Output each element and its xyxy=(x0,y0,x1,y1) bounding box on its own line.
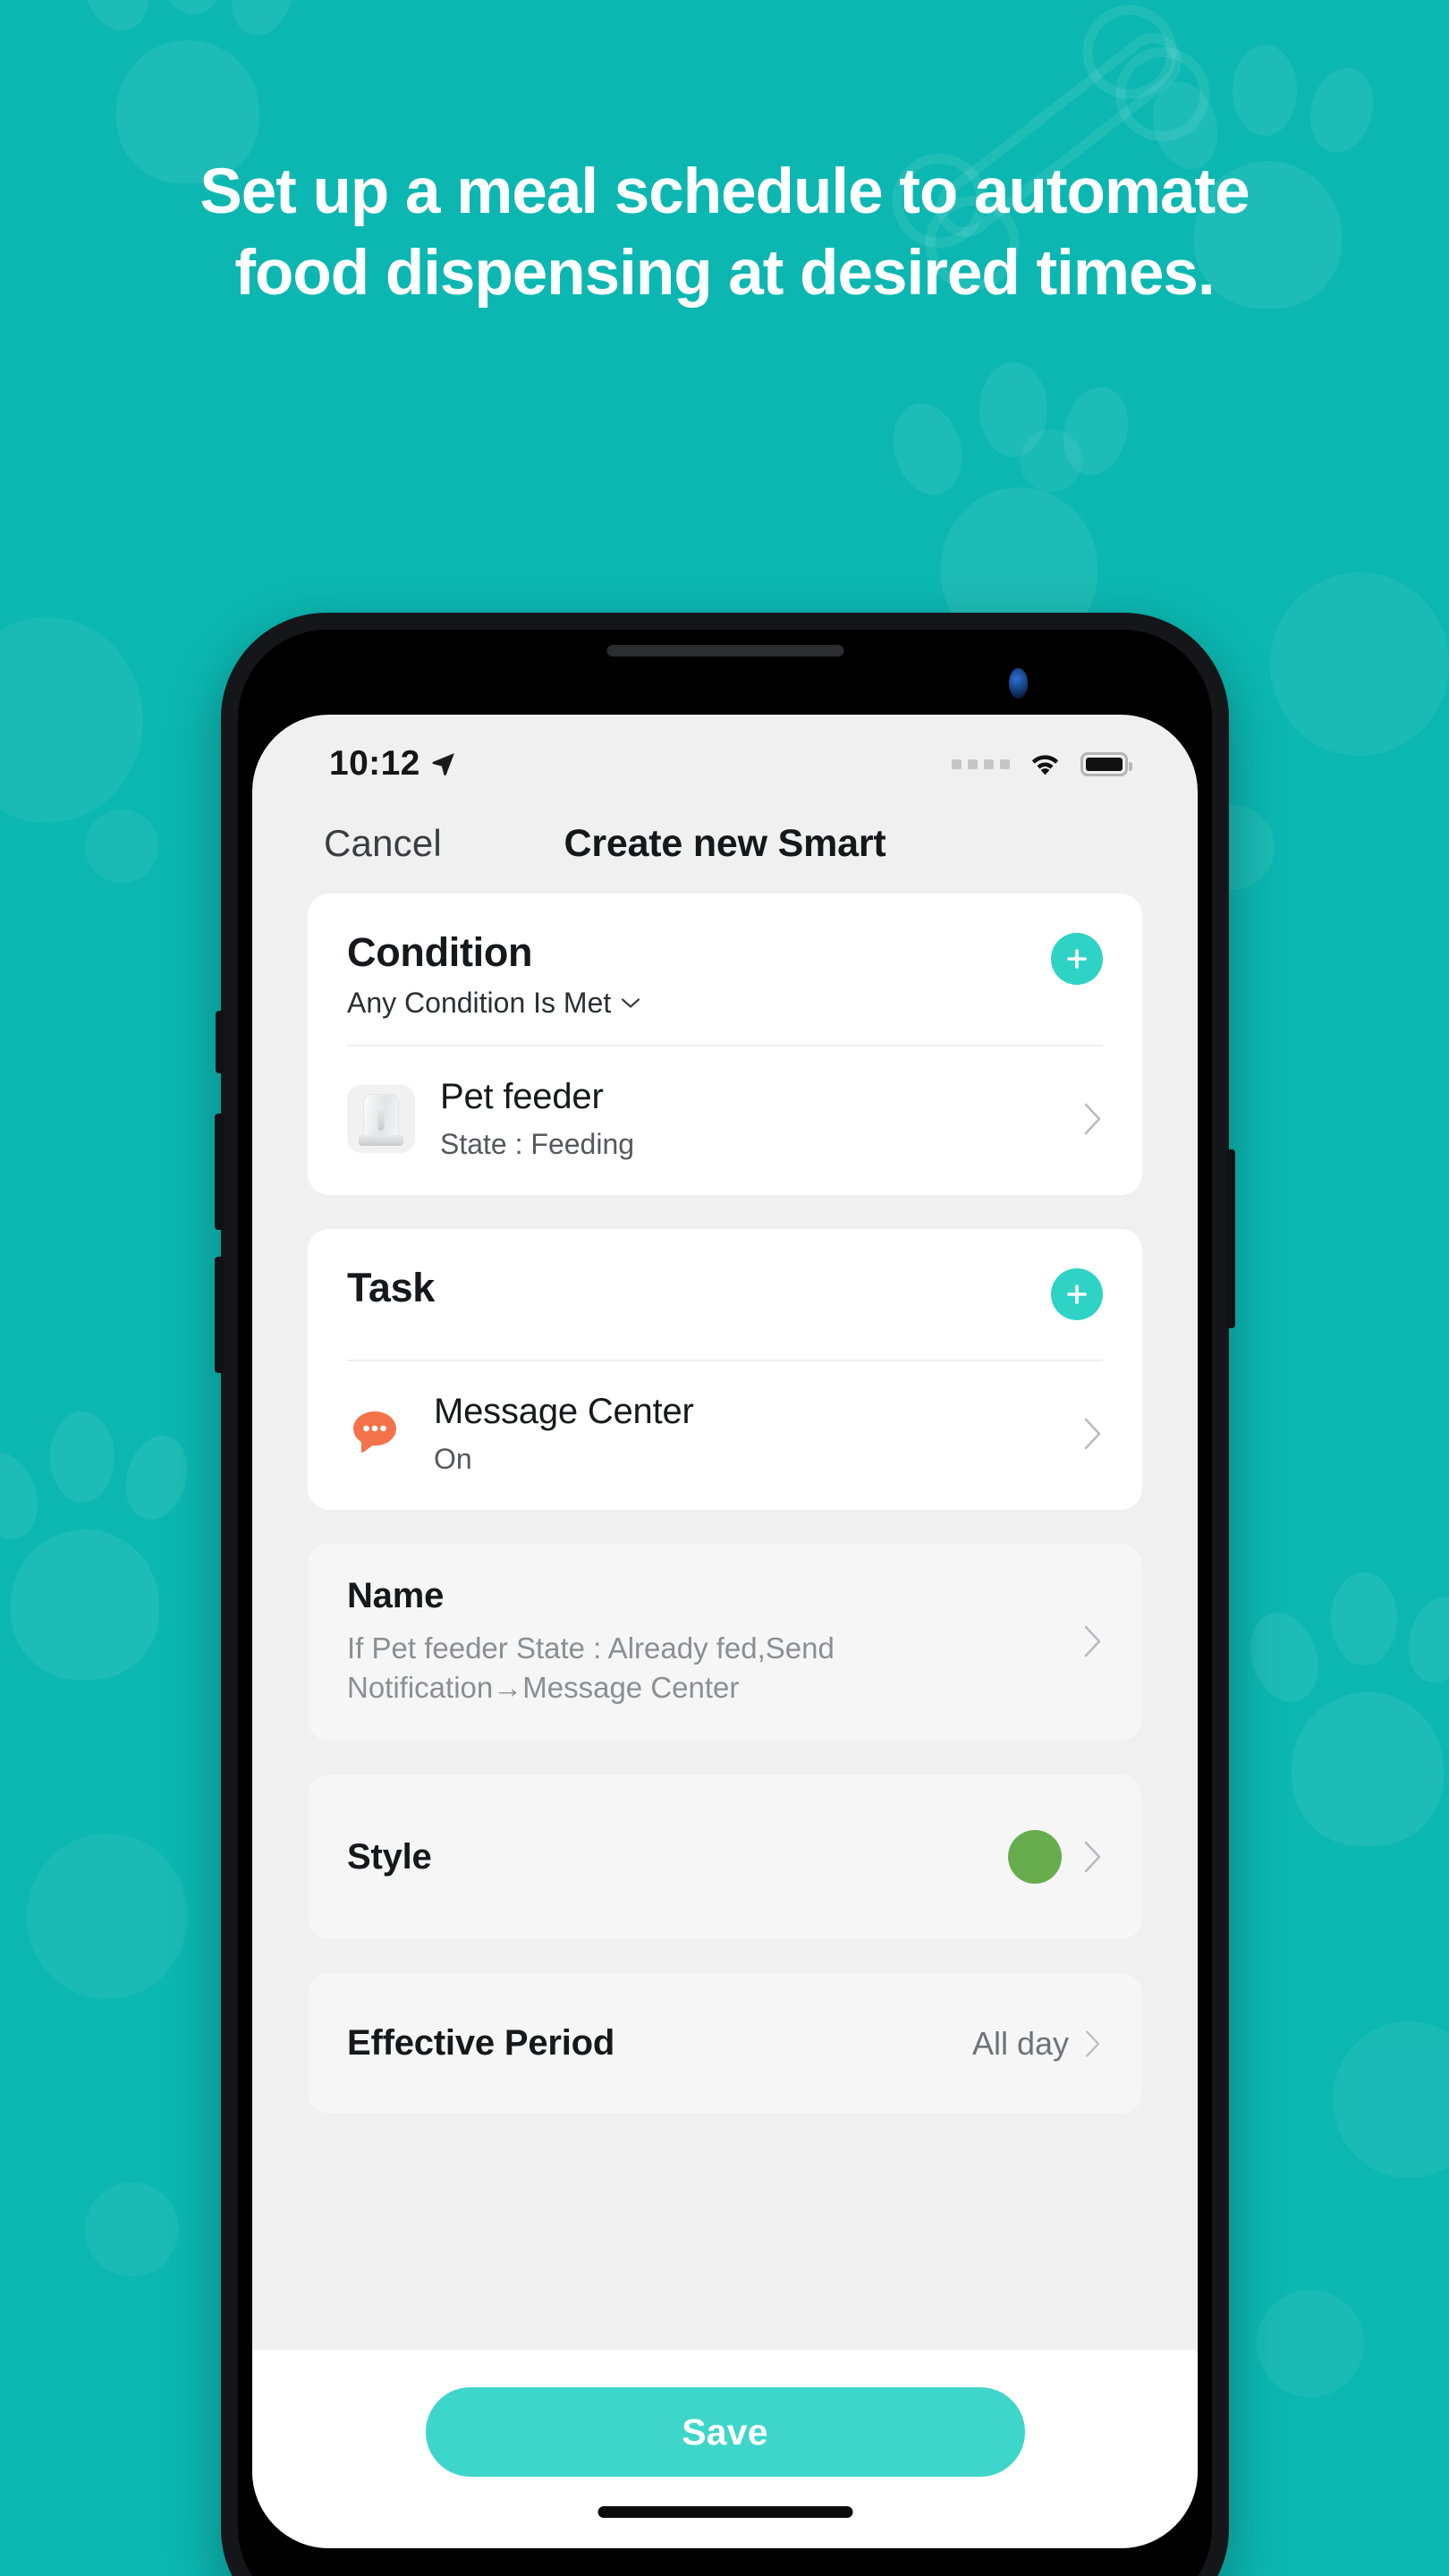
plus-icon xyxy=(1067,1284,1087,1304)
earpiece-speaker xyxy=(606,645,843,657)
signal-dots-icon xyxy=(952,758,1010,769)
name-label: Name xyxy=(347,1576,445,1615)
wifi-icon xyxy=(1031,755,1059,775)
circle-decor xyxy=(85,809,158,883)
circle-decor xyxy=(27,1834,188,1999)
page-title: Create new Smart xyxy=(564,821,886,865)
volume-up-button[interactable] xyxy=(215,1114,224,1230)
message-bubble-icon xyxy=(347,1406,402,1462)
add-task-button[interactable] xyxy=(1051,1268,1103,1320)
location-arrow-icon xyxy=(432,753,454,776)
condition-mode-dropdown[interactable]: Any Condition Is Met xyxy=(347,987,640,1020)
circle-decor xyxy=(1270,572,1449,756)
phone-mockup: 10:12 Cancel Create new Smart Condition … xyxy=(215,613,1235,2576)
style-value-group xyxy=(1008,1830,1103,1885)
phone-bezel: 10:12 Cancel Create new Smart Condition … xyxy=(238,630,1212,2576)
circle-decor xyxy=(0,617,143,823)
chevron-right-icon xyxy=(1084,1418,1101,1450)
task-card: Task Message Center On xyxy=(308,1229,1142,1510)
footer-bar: Save xyxy=(252,2350,1198,2548)
navigation-bar: Cancel Create new Smart xyxy=(252,793,1198,894)
save-button[interactable]: Save xyxy=(425,2387,1025,2477)
task-item-state: On xyxy=(434,1443,472,1475)
effective-period-value: All day xyxy=(971,2024,1069,2062)
power-button[interactable] xyxy=(1226,1149,1235,1328)
effective-period-label: Effective Period xyxy=(347,2023,615,2063)
chevron-down-icon xyxy=(622,998,640,1008)
condition-mode-label: Any Condition Is Met xyxy=(347,987,612,1019)
circle-decor xyxy=(1020,429,1082,492)
hero-section: Set up a meal schedule to automate food … xyxy=(0,152,1449,315)
condition-device-row[interactable]: Pet feeder State : Feeding xyxy=(308,1046,1142,1195)
silent-switch[interactable] xyxy=(216,1011,224,1073)
task-item-name: Message Center xyxy=(434,1392,694,1431)
chevron-right-icon xyxy=(1086,2030,1099,2057)
condition-device-text: Pet feeder State : Feeding xyxy=(440,1077,1058,1161)
plus-icon xyxy=(1067,949,1087,969)
task-card-header: Task xyxy=(308,1229,1142,1360)
status-bar-left: 10:12 xyxy=(329,744,457,784)
chevron-right-icon xyxy=(1084,1841,1101,1873)
add-condition-button[interactable] xyxy=(1051,933,1103,985)
task-item-row[interactable]: Message Center On xyxy=(308,1361,1142,1510)
circle-decor xyxy=(1257,2290,1364,2397)
home-indicator[interactable] xyxy=(597,2506,852,2518)
paw-print-decor xyxy=(1240,1556,1449,1846)
style-label: Style xyxy=(347,1836,432,1877)
task-title: Task xyxy=(347,1265,436,1310)
condition-device-state: State : Feeding xyxy=(440,1128,635,1160)
paw-print-decor xyxy=(0,1395,242,1680)
condition-title: Condition xyxy=(347,929,533,975)
volume-down-button[interactable] xyxy=(215,1257,224,1373)
phone-screen: 10:12 Cancel Create new Smart Condition … xyxy=(252,715,1198,2548)
circle-decor xyxy=(85,2182,179,2276)
chevron-right-icon xyxy=(1084,1625,1101,1657)
pet-feeder-device-icon xyxy=(347,1085,415,1153)
circle-decor xyxy=(1333,2021,1449,2178)
condition-card: Condition Any Condition Is Met Pet feede… xyxy=(308,894,1142,1195)
cancel-button[interactable]: Cancel xyxy=(324,822,442,865)
color-swatch-icon xyxy=(1008,1830,1062,1885)
style-row[interactable]: Style xyxy=(308,1775,1142,1940)
name-card-text: Name If Pet feeder State : Already fed,S… xyxy=(347,1576,1060,1707)
condition-card-header: Condition Any Condition Is Met xyxy=(308,894,1142,1045)
condition-card-titles: Condition Any Condition Is Met xyxy=(347,929,640,1020)
name-description: If Pet feeder State : Already fed,Send N… xyxy=(347,1631,835,1704)
chevron-right-icon xyxy=(1084,1103,1101,1135)
battery-full-icon xyxy=(1080,751,1132,776)
front-camera-icon xyxy=(1009,668,1028,699)
status-bar-right xyxy=(952,750,1132,777)
condition-device-name: Pet feeder xyxy=(440,1077,604,1116)
status-bar: 10:12 xyxy=(252,715,1198,793)
page-headline: Set up a meal schedule to automate food … xyxy=(199,157,1250,309)
status-bar-time: 10:12 xyxy=(329,744,420,783)
task-item-text: Message Center On xyxy=(434,1392,1052,1476)
settings-list: Condition Any Condition Is Met Pet feede… xyxy=(252,894,1198,2350)
name-card[interactable]: Name If Pet feeder State : Already fed,S… xyxy=(308,1544,1142,1741)
effective-period-value-group: All day xyxy=(972,2025,1103,2063)
effective-period-row[interactable]: Effective Period All day xyxy=(308,1973,1142,2114)
